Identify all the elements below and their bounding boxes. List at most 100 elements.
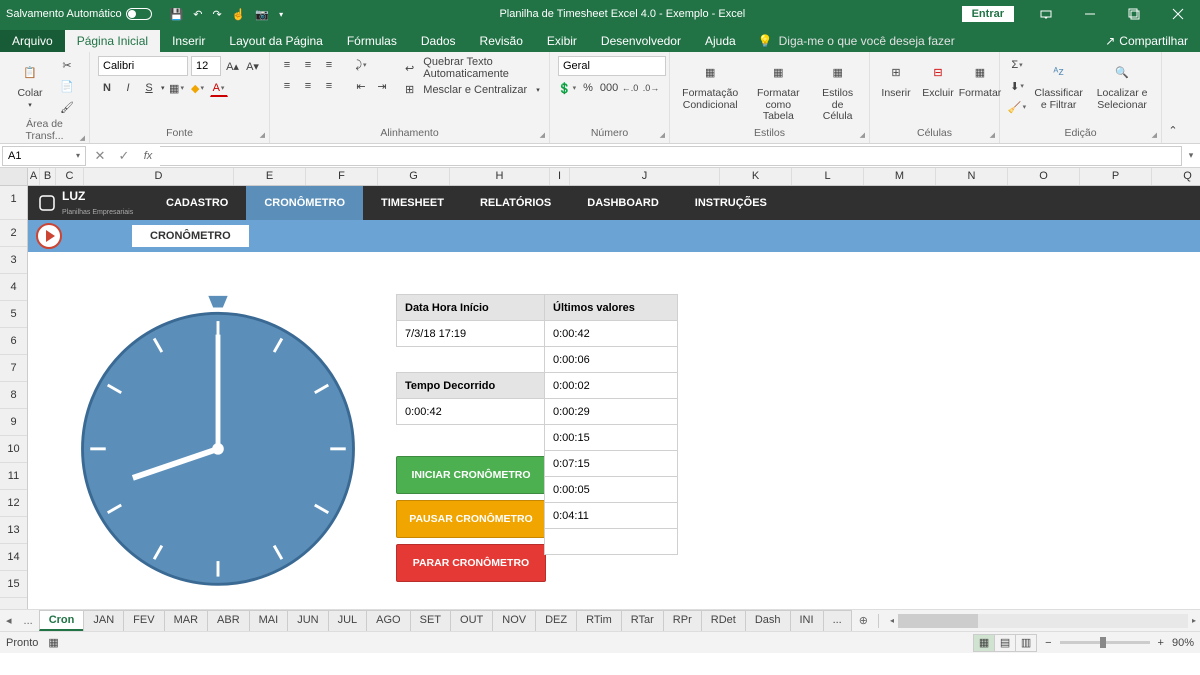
number-format-select[interactable] <box>558 56 666 76</box>
start-timer-button[interactable]: INICIAR CRONÔMETRO <box>396 456 546 494</box>
row-header-11[interactable]: 11 <box>0 463 27 490</box>
tab-help[interactable]: Ajuda <box>693 30 748 52</box>
insert-cells-button[interactable]: ⊞Inserir <box>878 56 914 102</box>
sheet-tab-MAI[interactable]: MAI <box>249 610 289 631</box>
enter-formula-icon[interactable]: ✓ <box>112 146 136 166</box>
tab-developer[interactable]: Desenvolvedor <box>589 30 693 52</box>
col-header-I[interactable]: I <box>550 168 570 185</box>
zoom-out-icon[interactable]: − <box>1045 637 1051 649</box>
format-cells-button[interactable]: ▦Formatar <box>962 56 998 102</box>
tab-layout[interactable]: Layout da Página <box>217 30 334 52</box>
align-bottom-icon[interactable]: ≡ <box>320 56 338 74</box>
tab-data[interactable]: Dados <box>409 30 468 52</box>
col-header-L[interactable]: L <box>792 168 864 185</box>
tab-view[interactable]: Exibir <box>535 30 589 52</box>
clear-icon[interactable]: 🧹 <box>1008 98 1026 116</box>
sheet-tab-RPr[interactable]: RPr <box>663 610 702 631</box>
tab-prev-icon[interactable]: ... <box>18 615 39 627</box>
comma-format-icon[interactable]: 000 <box>600 79 618 97</box>
tab-insert[interactable]: Inserir <box>160 30 217 52</box>
maximize-icon[interactable] <box>1114 0 1154 28</box>
col-header-G[interactable]: G <box>378 168 450 185</box>
tab-formulas[interactable]: Fórmulas <box>335 30 409 52</box>
undo-icon[interactable]: ↶ <box>193 8 202 21</box>
tab-file[interactable]: Arquivo <box>0 30 65 52</box>
nav-tab-timesheet[interactable]: TIMESHEET <box>363 186 462 220</box>
percent-format-icon[interactable]: % <box>579 79 597 97</box>
horizontal-scrollbar[interactable]: ◂ ▸ <box>886 614 1200 628</box>
tab-review[interactable]: Revisão <box>468 30 535 52</box>
col-header-A[interactable]: A <box>28 168 40 185</box>
sort-filter-button[interactable]: ᴬzClassificar e Filtrar <box>1032 56 1085 113</box>
page-layout-view-icon[interactable]: ▤ <box>994 634 1016 652</box>
row-header-14[interactable]: 14 <box>0 544 27 571</box>
col-header-B[interactable]: B <box>40 168 56 185</box>
sheet-tab-ABR[interactable]: ABR <box>207 610 250 631</box>
col-header-J[interactable]: J <box>570 168 720 185</box>
decrease-indent-icon[interactable]: ⇤ <box>352 77 370 95</box>
copy-icon[interactable]: 📄 <box>58 77 76 95</box>
col-header-M[interactable]: M <box>864 168 936 185</box>
decrease-decimal-icon[interactable]: .0→ <box>642 79 660 97</box>
row-header-1[interactable]: 1 <box>0 186 27 220</box>
font-name-select[interactable] <box>98 56 188 76</box>
page-break-view-icon[interactable]: ▥ <box>1015 634 1037 652</box>
select-all-corner[interactable] <box>0 168 28 185</box>
tab-home[interactable]: Página Inicial <box>65 30 160 52</box>
fill-icon[interactable]: ⬇ <box>1008 77 1026 95</box>
sheet-tab-Cron[interactable]: Cron <box>39 610 85 631</box>
sheet-tab-Dash[interactable]: Dash <box>745 610 791 631</box>
sheet-tab-...[interactable]: ... <box>823 610 852 631</box>
col-header-H[interactable]: H <box>450 168 550 185</box>
align-center-icon[interactable]: ≡ <box>299 77 317 95</box>
pause-timer-button[interactable]: PAUSAR CRONÔMETRO <box>396 500 546 538</box>
macro-record-icon[interactable]: ▦ <box>48 636 58 649</box>
expand-formula-icon[interactable]: ▾ <box>1182 150 1200 161</box>
increase-decimal-icon[interactable]: ←.0 <box>621 79 639 97</box>
minimize-icon[interactable] <box>1070 0 1110 28</box>
increase-indent-icon[interactable]: ⇥ <box>373 77 391 95</box>
camera-icon[interactable]: 📷 <box>255 8 269 21</box>
nav-tab-relatórios[interactable]: RELATÓRIOS <box>462 186 569 220</box>
row-header-3[interactable]: 3 <box>0 247 27 274</box>
row-header-8[interactable]: 8 <box>0 382 27 409</box>
cut-icon[interactable]: ✂ <box>58 56 76 74</box>
delete-cells-button[interactable]: ⊟Excluir <box>920 56 956 102</box>
redo-icon[interactable]: ↷ <box>213 8 222 21</box>
hscroll-thumb[interactable] <box>898 614 978 628</box>
zoom-in-icon[interactable]: + <box>1158 637 1164 649</box>
conditional-format-button[interactable]: ▦Formatação Condicional <box>678 56 742 113</box>
align-right-icon[interactable]: ≡ <box>320 77 338 95</box>
shrink-font-icon[interactable]: A▾ <box>244 57 261 75</box>
font-size-select[interactable] <box>191 56 221 76</box>
sheet-tab-DEZ[interactable]: DEZ <box>535 610 577 631</box>
tell-me[interactable]: 💡 Diga-me o que você deseja fazer <box>748 30 965 52</box>
row-header-5[interactable]: 5 <box>0 301 27 328</box>
merge-button[interactable]: ⊞ Mesclar e Centralizar ▾ <box>405 83 541 96</box>
fx-icon[interactable]: fx <box>136 146 160 166</box>
sheet-tab-JUN[interactable]: JUN <box>287 610 328 631</box>
italic-button[interactable]: I <box>119 79 137 97</box>
sheet-tab-RTim[interactable]: RTim <box>576 610 622 631</box>
bold-button[interactable]: N <box>98 79 116 97</box>
share-button[interactable]: ↗ Compartilhar <box>1093 30 1200 52</box>
align-left-icon[interactable]: ≡ <box>278 77 296 95</box>
ribbon-options-icon[interactable] <box>1026 0 1066 28</box>
zoom-slider[interactable] <box>1060 641 1150 644</box>
col-header-K[interactable]: K <box>720 168 792 185</box>
col-header-P[interactable]: P <box>1080 168 1152 185</box>
orientation-icon[interactable]: ⤸ <box>352 56 370 74</box>
autosum-icon[interactable]: Σ <box>1008 56 1026 74</box>
col-header-O[interactable]: O <box>1008 168 1080 185</box>
cell-styles-button[interactable]: ▦Estilos de Célula <box>814 56 861 125</box>
tab-first-icon[interactable]: ◂ <box>0 614 18 627</box>
col-header-C[interactable]: C <box>56 168 84 185</box>
row-header-13[interactable]: 13 <box>0 517 27 544</box>
row-header-4[interactable]: 4 <box>0 274 27 301</box>
sheet-tab-NOV[interactable]: NOV <box>492 610 536 631</box>
format-table-button[interactable]: ▦Formatar como Tabela <box>748 56 808 125</box>
save-icon[interactable]: 💾 <box>170 8 184 21</box>
align-top-icon[interactable]: ≡ <box>278 56 296 74</box>
collapse-ribbon-icon[interactable]: ⌃ <box>1162 52 1184 143</box>
name-box[interactable]: A1▾ <box>2 146 86 166</box>
